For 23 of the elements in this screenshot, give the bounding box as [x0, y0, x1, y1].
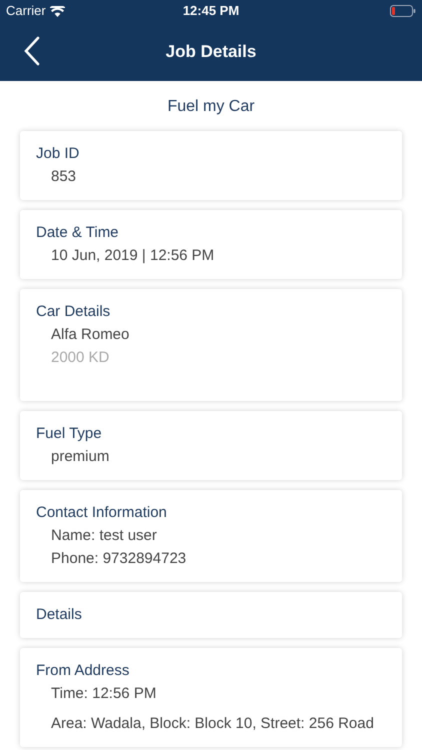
card-value: Area: Wadala, Block: Block 10, Street: 256 Road — [50, 714, 375, 734]
card-value: 2000 KD — [50, 348, 110, 368]
back-icon — [24, 36, 40, 66]
card-title: Fuel Type — [36, 424, 103, 444]
card-value: Time: 12:56 PM — [50, 684, 158, 704]
card-title: Car Details — [36, 302, 112, 322]
clock-label: 12:45 PM — [182, 2, 240, 20]
battery-icon — [390, 5, 416, 17]
service-title: Fuel my Car — [167, 97, 255, 117]
carrier-label: Carrier — [6, 2, 46, 20]
wifi-icon — [50, 6, 65, 16]
card-value: 853 — [50, 167, 78, 187]
card-title: Job ID — [36, 144, 80, 164]
card-value: Alfa Romeo — [50, 325, 130, 345]
card-title: Contact Information — [36, 503, 168, 523]
card-title: From Address — [36, 661, 130, 681]
card-title: Details — [36, 605, 83, 625]
screen-title: Job Details — [166, 40, 256, 63]
card-value: 10 Jun, 2019 | 12:56 PM — [50, 246, 216, 266]
card-value: premium — [50, 447, 110, 467]
card-title: Date & Time — [36, 223, 120, 243]
card-value: Phone: 9732894723 — [50, 549, 188, 569]
card-value: Name: test user — [50, 526, 158, 546]
